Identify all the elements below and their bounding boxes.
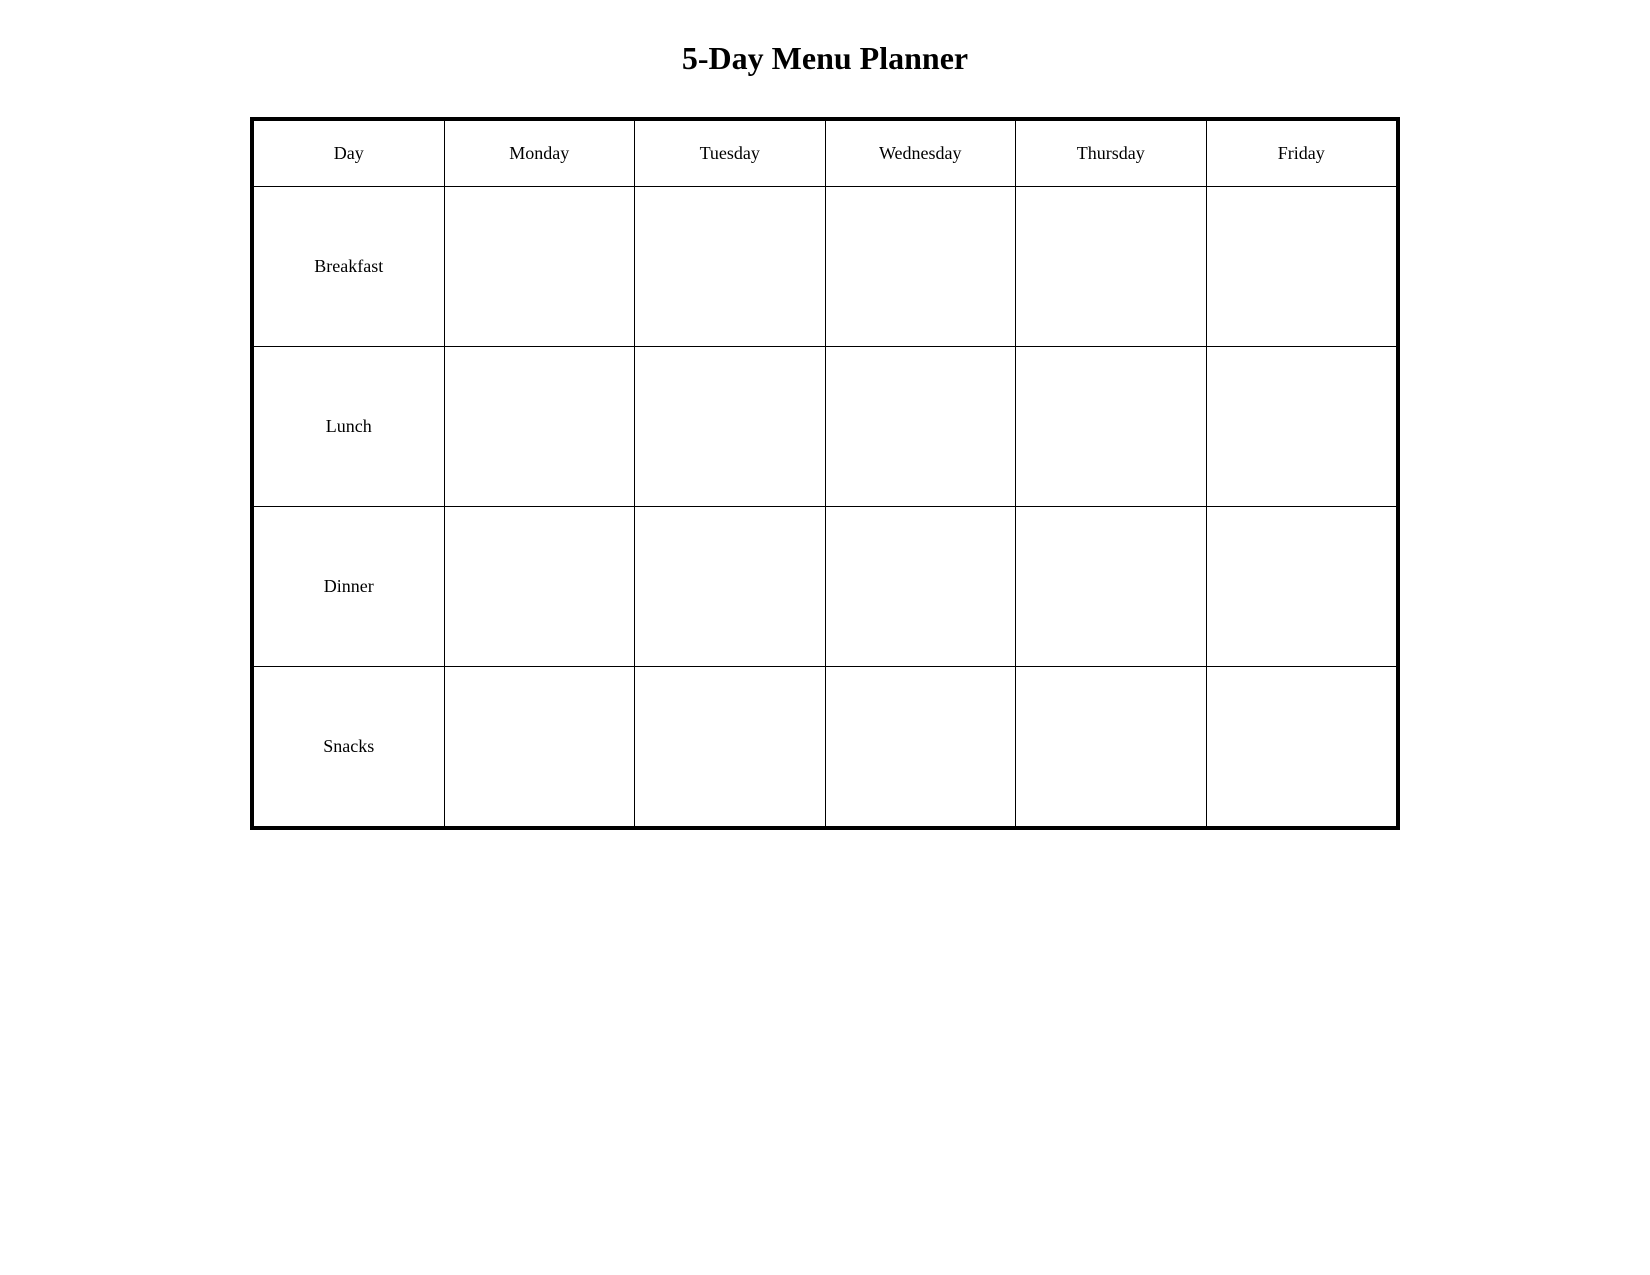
meal-label-lunch: Lunch	[254, 347, 445, 507]
planner-wrapper: Day Monday Tuesday Wednesday Thursday Fr…	[250, 117, 1400, 830]
cell-snacks-friday[interactable]	[1206, 667, 1397, 827]
col-header-day: Day	[254, 121, 445, 187]
col-header-thursday: Thursday	[1016, 121, 1207, 187]
meal-label-breakfast: Breakfast	[254, 187, 445, 347]
cell-snacks-monday[interactable]	[444, 667, 635, 827]
cell-dinner-monday[interactable]	[444, 507, 635, 667]
meal-label-snacks: Snacks	[254, 667, 445, 827]
cell-breakfast-tuesday[interactable]	[635, 187, 826, 347]
cell-breakfast-monday[interactable]	[444, 187, 635, 347]
cell-snacks-tuesday[interactable]	[635, 667, 826, 827]
header-row: Day Monday Tuesday Wednesday Thursday Fr…	[254, 121, 1397, 187]
cell-breakfast-wednesday[interactable]	[825, 187, 1016, 347]
row-snacks: Snacks	[254, 667, 1397, 827]
col-header-tuesday: Tuesday	[635, 121, 826, 187]
col-header-friday: Friday	[1206, 121, 1397, 187]
cell-dinner-friday[interactable]	[1206, 507, 1397, 667]
cell-snacks-wednesday[interactable]	[825, 667, 1016, 827]
cell-lunch-thursday[interactable]	[1016, 347, 1207, 507]
meal-label-dinner: Dinner	[254, 507, 445, 667]
cell-dinner-tuesday[interactable]	[635, 507, 826, 667]
col-header-wednesday: Wednesday	[825, 121, 1016, 187]
cell-breakfast-thursday[interactable]	[1016, 187, 1207, 347]
planner-table: Day Monday Tuesday Wednesday Thursday Fr…	[253, 120, 1397, 827]
cell-breakfast-friday[interactable]	[1206, 187, 1397, 347]
page-title: 5-Day Menu Planner	[682, 40, 968, 77]
cell-lunch-friday[interactable]	[1206, 347, 1397, 507]
cell-snacks-thursday[interactable]	[1016, 667, 1207, 827]
cell-dinner-thursday[interactable]	[1016, 507, 1207, 667]
row-dinner: Dinner	[254, 507, 1397, 667]
cell-lunch-wednesday[interactable]	[825, 347, 1016, 507]
row-lunch: Lunch	[254, 347, 1397, 507]
row-breakfast: Breakfast	[254, 187, 1397, 347]
col-header-monday: Monday	[444, 121, 635, 187]
cell-lunch-tuesday[interactable]	[635, 347, 826, 507]
cell-dinner-wednesday[interactable]	[825, 507, 1016, 667]
cell-lunch-monday[interactable]	[444, 347, 635, 507]
